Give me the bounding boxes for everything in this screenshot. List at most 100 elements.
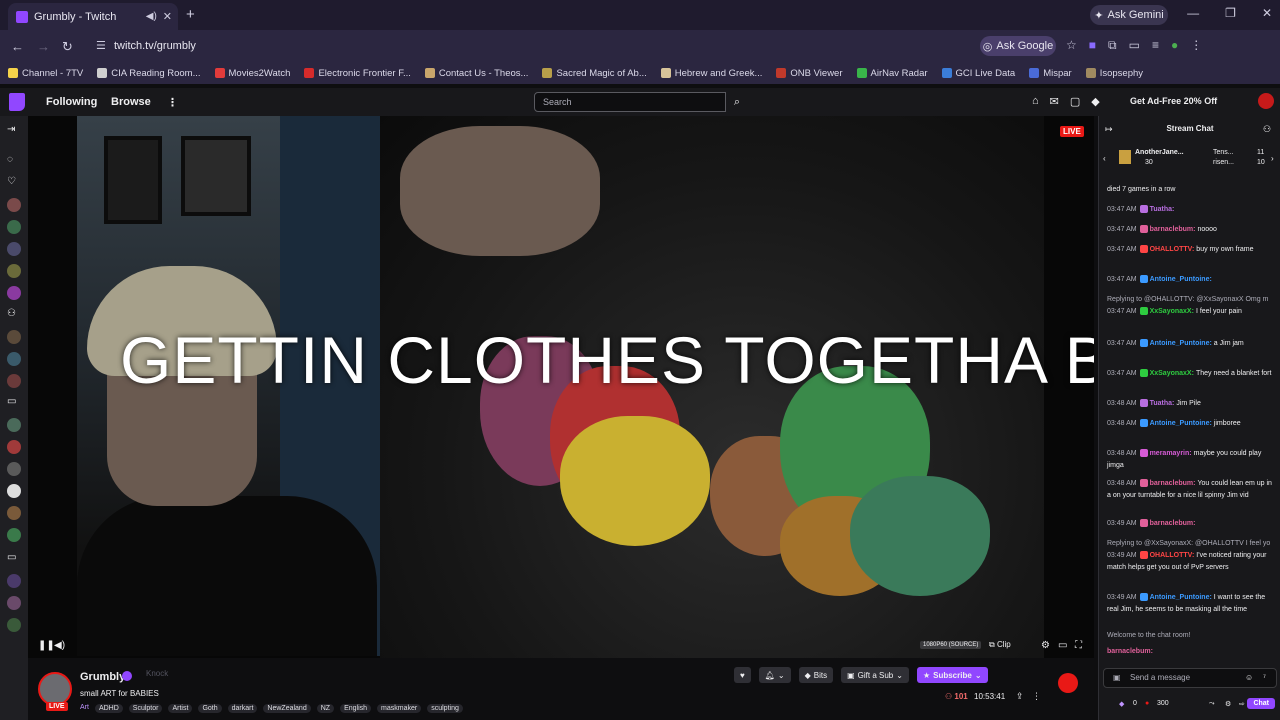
site-info-icon[interactable]: ☰ xyxy=(96,39,106,52)
channel-avatar[interactable] xyxy=(7,528,21,542)
chevron-left-icon[interactable]: ‹ xyxy=(1103,154,1106,163)
7tv-icon[interactable]: ⁷ xyxy=(1263,673,1266,682)
channel-avatar[interactable] xyxy=(7,264,21,278)
user-avatar[interactable] xyxy=(1258,93,1274,109)
theatre-mode-icon[interactable]: ▭ xyxy=(1058,640,1067,651)
chat-username[interactable]: XxSayonaxX: xyxy=(1150,370,1194,377)
chat-message[interactable]: 03:47 AM OHALLOTTV: buy my own frame xyxy=(1107,244,1277,256)
channel-avatar[interactable] xyxy=(7,596,21,610)
video-icon[interactable]: ▭ xyxy=(7,552,21,566)
twitch-logo-icon[interactable] xyxy=(9,93,25,111)
url-field[interactable]: ☰ twitch.tv/grumbly xyxy=(88,34,968,58)
search-input[interactable]: Search xyxy=(534,92,726,112)
bookmark-item[interactable]: Contact Us - Theos... xyxy=(424,68,528,79)
chat-settings-icon[interactable]: ⚙ xyxy=(1225,700,1231,708)
ask-google-button[interactable]: ◎ Ask Google xyxy=(980,36,1056,56)
channel-avatar[interactable] xyxy=(7,440,21,454)
chat-message[interactable]: 03:48 AM meramayrin: maybe you could play … xyxy=(1107,448,1277,472)
tag-newzealand[interactable]: NewZealand xyxy=(263,704,311,713)
tag-adhd[interactable]: ADHD xyxy=(94,704,123,713)
channel-avatar[interactable] xyxy=(7,220,21,234)
chat-message[interactable]: 03:47 AM Antoine_Puntoine: xyxy=(1107,274,1277,286)
video-icon[interactable]: ▭ xyxy=(7,396,21,410)
speaker-icon[interactable]: ◀) xyxy=(146,11,157,22)
channel-avatar[interactable] xyxy=(38,672,72,706)
forward-icon[interactable]: → xyxy=(37,39,50,54)
whispers-icon[interactable]: ▢ xyxy=(1070,95,1080,108)
ad-free-button[interactable]: Get Ad-Free 20% Off xyxy=(1130,96,1217,106)
sidepanel-icon[interactable]: ▭ xyxy=(1129,38,1140,53)
bits-icon[interactable]: ◆ xyxy=(1119,700,1124,708)
channel-avatar[interactable] xyxy=(7,618,21,632)
hype-heart-icon[interactable] xyxy=(1058,673,1078,693)
channel-avatar[interactable] xyxy=(7,418,21,432)
tag-sculpting[interactable]: sculpting xyxy=(427,704,463,713)
reload-icon[interactable]: ↻ xyxy=(62,39,73,55)
chat-username[interactable]: OHALLOTTV: xyxy=(1150,246,1195,253)
more-menu-icon[interactable]: ⋮ xyxy=(167,96,178,109)
notifications-button[interactable]: 🔔︎ ⌄ xyxy=(758,667,791,683)
chat-username[interactable]: Antoine_Puntoine: xyxy=(1150,340,1212,347)
chat-message[interactable]: barnaclebum: xyxy=(1107,646,1277,658)
new-tab-button[interactable]: + xyxy=(186,6,195,23)
chat-username[interactable]: barnaclebum: xyxy=(1150,226,1196,233)
chat-message[interactable]: 03:49 AM Antoine_Puntoine: I want to see t… xyxy=(1107,592,1277,616)
chat-message[interactable]: Replying to @OHALLOTTV: @XxSayonaxX Omg … xyxy=(1107,294,1277,306)
bookmark-item[interactable]: Hebrew and Greek... xyxy=(660,68,762,79)
chat-send-button[interactable]: Chat xyxy=(1247,698,1275,709)
back-icon[interactable]: ← xyxy=(11,39,24,54)
chat-username[interactable]: Antoine_Puntoine: xyxy=(1150,276,1212,283)
chat-message[interactable]: 03:49 AM OHALLOTTV: I've noticed rating yo… xyxy=(1107,550,1277,574)
more-options-icon[interactable]: ⋮ xyxy=(1032,691,1041,702)
chat-username[interactable]: Tuatha: xyxy=(1150,400,1175,407)
chat-message[interactable]: 03:47 AM XxSayonaxX: They need a blanket f… xyxy=(1107,368,1277,380)
chat-username[interactable]: Antoine_Puntoine: xyxy=(1150,594,1212,601)
maximize-icon[interactable]: ❐ xyxy=(1225,6,1236,20)
chat-badge-icon[interactable]: ▣ xyxy=(1113,673,1121,682)
person-icon[interactable]: ⚇ xyxy=(7,308,21,322)
chat-message[interactable]: 03:47 AM barnaclebum: noooo xyxy=(1107,224,1277,236)
chat-message[interactable]: 03:48 AM Antoine_Puntoine: jimboree xyxy=(1107,418,1277,430)
tag-darkart[interactable]: darkart xyxy=(227,704,258,713)
star-icon[interactable]: ☆ xyxy=(1066,38,1077,53)
tag-artist[interactable]: Artist xyxy=(168,704,193,713)
extension-icon[interactable]: ■ xyxy=(1089,38,1096,53)
channel-avatar[interactable] xyxy=(7,286,21,300)
chat-message[interactable]: 03:48 AM Tuatha: Jim Pile xyxy=(1107,398,1277,410)
chat-message[interactable]: 03:47 AM Antoine_Puntoine: a Jim jam xyxy=(1107,338,1277,350)
chevron-right-icon[interactable]: › xyxy=(1271,154,1274,163)
bookmark-item[interactable]: Electronic Frontier F... xyxy=(304,68,411,79)
chat-message[interactable]: Replying to @XxSayonaxX: @OHALLOTTV I fe… xyxy=(1107,538,1277,550)
browse-link[interactable]: Browse xyxy=(111,96,151,108)
chat-message[interactable]: 03:47 AM XxSayonaxX: I feel your pain xyxy=(1107,306,1277,318)
expand-rail-icon[interactable]: ⇥ xyxy=(7,124,21,138)
chat-message[interactable]: Welcome to the chat room! xyxy=(1107,630,1277,642)
heart-icon[interactable]: ♡ xyxy=(7,176,21,190)
gift-sub-button[interactable]: ▣ Gift a Sub ⌄ xyxy=(841,667,909,683)
channel-avatar[interactable] xyxy=(7,198,21,212)
chat-username[interactable]: barnaclebum: xyxy=(1150,480,1196,487)
channel-avatar[interactable] xyxy=(7,352,21,366)
chat-username[interactable]: meramayrin: xyxy=(1150,450,1192,457)
tag-goth[interactable]: Goth xyxy=(198,704,222,713)
chat-more-icon[interactable]: ⇨ xyxy=(1239,700,1245,708)
emote-icon[interactable]: ☺ xyxy=(1245,673,1253,682)
bookmark-item[interactable]: CIA Reading Room... xyxy=(97,68,201,79)
chat-username[interactable]: barnaclebum: xyxy=(1107,648,1153,655)
following-link[interactable]: Following xyxy=(46,96,97,108)
channel-avatar[interactable] xyxy=(7,506,21,520)
chat-message[interactable]: 03:47 AM Tuatha: xyxy=(1107,204,1277,216)
chat-username[interactable]: barnaclebum: xyxy=(1150,520,1196,527)
browser-tab[interactable]: Grumbly - Twitch ◀) ✕ xyxy=(8,3,178,30)
tag-english[interactable]: English xyxy=(340,704,372,713)
chat-message[interactable]: died 7 games in a row xyxy=(1107,184,1277,196)
bits-button[interactable]: ◆ Bits xyxy=(798,667,834,683)
tag-sculptor[interactable]: Sculptor xyxy=(128,704,163,713)
bookmark-item[interactable]: AirNav Radar xyxy=(856,68,928,79)
settings-icon[interactable]: ⚙ xyxy=(1041,640,1050,651)
bookmark-item[interactable]: Channel - 7TV xyxy=(8,68,83,79)
bookmark-item[interactable]: Isopsephy xyxy=(1085,68,1143,79)
media-icon[interactable]: ≡ xyxy=(1152,38,1159,53)
puzzle-icon[interactable]: ⧉ xyxy=(1108,38,1117,53)
menu-icon[interactable]: ⋮ xyxy=(1190,38,1202,53)
